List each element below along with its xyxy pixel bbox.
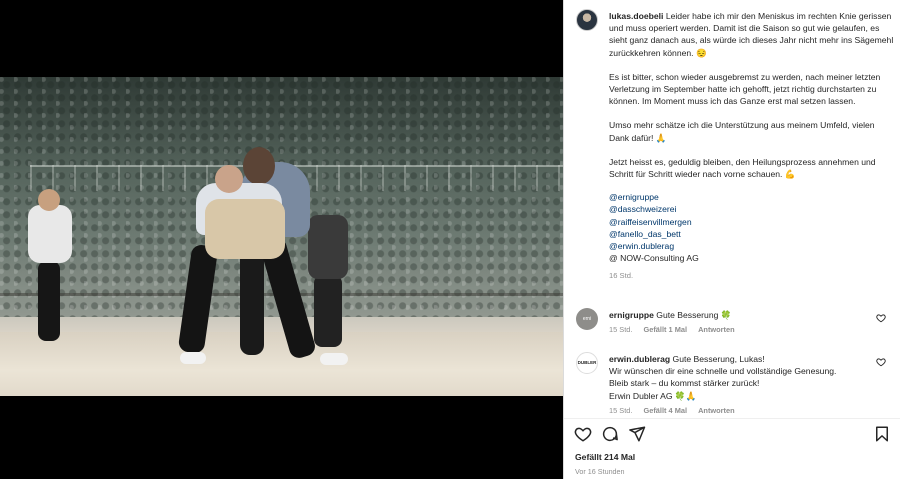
- comments-scroll-area[interactable]: lukas.doebeli Leider habe ich mir den Me…: [564, 0, 900, 418]
- mention-link[interactable]: @ernigruppe: [609, 191, 896, 203]
- wrestler-head: [243, 147, 275, 185]
- avatar[interactable]: erni: [576, 308, 598, 330]
- sawdust-ring: [0, 332, 563, 396]
- caption-timestamp[interactable]: 16 Std.: [609, 270, 896, 282]
- comment-likes[interactable]: Gefällt 1 Mal: [643, 325, 687, 334]
- post-timestamp[interactable]: Vor 16 Stunden: [575, 467, 625, 476]
- referee: [28, 205, 72, 263]
- wrestler-leg: [240, 245, 264, 355]
- comment-text-line-1: Gute Besserung, Lukas!: [672, 354, 765, 364]
- post-photo[interactable]: [0, 77, 563, 396]
- bookmark-icon[interactable]: [873, 425, 891, 443]
- comment-text-line-4: Erwin Dubler AG 🍀🙏: [609, 390, 697, 401]
- like-count[interactable]: Gefällt 214 Mal: [575, 452, 635, 462]
- comment-body: erwin.dublerag Gute Besserung, Lukas! Wi…: [609, 353, 874, 417]
- mention-link[interactable]: @fanello_das_bett: [609, 228, 896, 240]
- wrestler-shoe: [180, 352, 206, 364]
- wrestler-head: [215, 165, 243, 193]
- mention-link[interactable]: @dasschweizerei: [609, 203, 896, 215]
- heart-icon[interactable]: [876, 313, 886, 323]
- avatar[interactable]: [576, 9, 598, 31]
- comment-body: ernigruppe Gute Besserung 🍀 15 Std. Gefä…: [609, 309, 874, 336]
- comment-meta: 15 Std. Gefällt 1 Mal Antworten: [609, 324, 874, 336]
- caption-paragraph-3: Umso mehr schätze ich die Unterstützung …: [609, 120, 875, 143]
- caption-paragraph-2: Es ist bitter, schon wieder ausgebremst …: [609, 71, 881, 107]
- referee-head: [38, 189, 60, 211]
- comment-username[interactable]: erwin.dublerag: [609, 354, 670, 364]
- comment-likes[interactable]: Gefällt 4 Mal: [643, 406, 687, 415]
- avatar[interactable]: DUBLER: [576, 352, 598, 374]
- comment-time[interactable]: 15 Std.: [609, 406, 632, 415]
- post-media: [0, 0, 563, 479]
- comment-time[interactable]: 15 Std.: [609, 325, 632, 334]
- heart-icon[interactable]: [574, 425, 592, 443]
- divider: [564, 418, 900, 419]
- wrestler-shoe: [320, 353, 348, 365]
- comment-username[interactable]: ernigruppe: [609, 310, 654, 320]
- caption-text: lukas.doebeli Leider habe ich mir den Me…: [609, 10, 896, 283]
- comment-meta: 15 Std. Gefällt 4 Mal Antworten: [609, 405, 874, 417]
- mention-link[interactable]: @raiffeisenvillmergen: [609, 216, 896, 228]
- action-bar: [564, 422, 900, 444]
- heart-icon[interactable]: [876, 357, 886, 367]
- reply-button[interactable]: Antworten: [698, 406, 735, 415]
- caption-paragraph-4: Jetzt heisst es, geduldig bleiben, den H…: [609, 156, 876, 180]
- bystander-legs: [314, 275, 342, 347]
- bystander: [308, 215, 348, 279]
- comment-icon[interactable]: [601, 425, 619, 443]
- comment-text-line-2: Wir wünschen dir eine schnelle und volls…: [609, 366, 837, 377]
- wrestling-shorts: [205, 199, 285, 259]
- referee-legs: [38, 261, 60, 341]
- comment-text-line-3: Bleib stark – du kommst stärker zurück!: [609, 378, 760, 389]
- mention-text: @ NOW-Consulting AG: [609, 253, 699, 264]
- mention-list: @ernigruppe @dasschweizerei @raiffeisenv…: [609, 191, 896, 264]
- share-icon[interactable]: [628, 425, 646, 443]
- post-details-panel: lukas.doebeli Leider habe ich mir den Me…: [563, 0, 900, 479]
- caption-username[interactable]: lukas.doebeli: [609, 11, 663, 21]
- comment-text: Gute Besserung 🍀: [656, 310, 732, 320]
- mention-link[interactable]: @erwin.dublerag: [609, 240, 896, 252]
- reply-button[interactable]: Antworten: [698, 325, 735, 334]
